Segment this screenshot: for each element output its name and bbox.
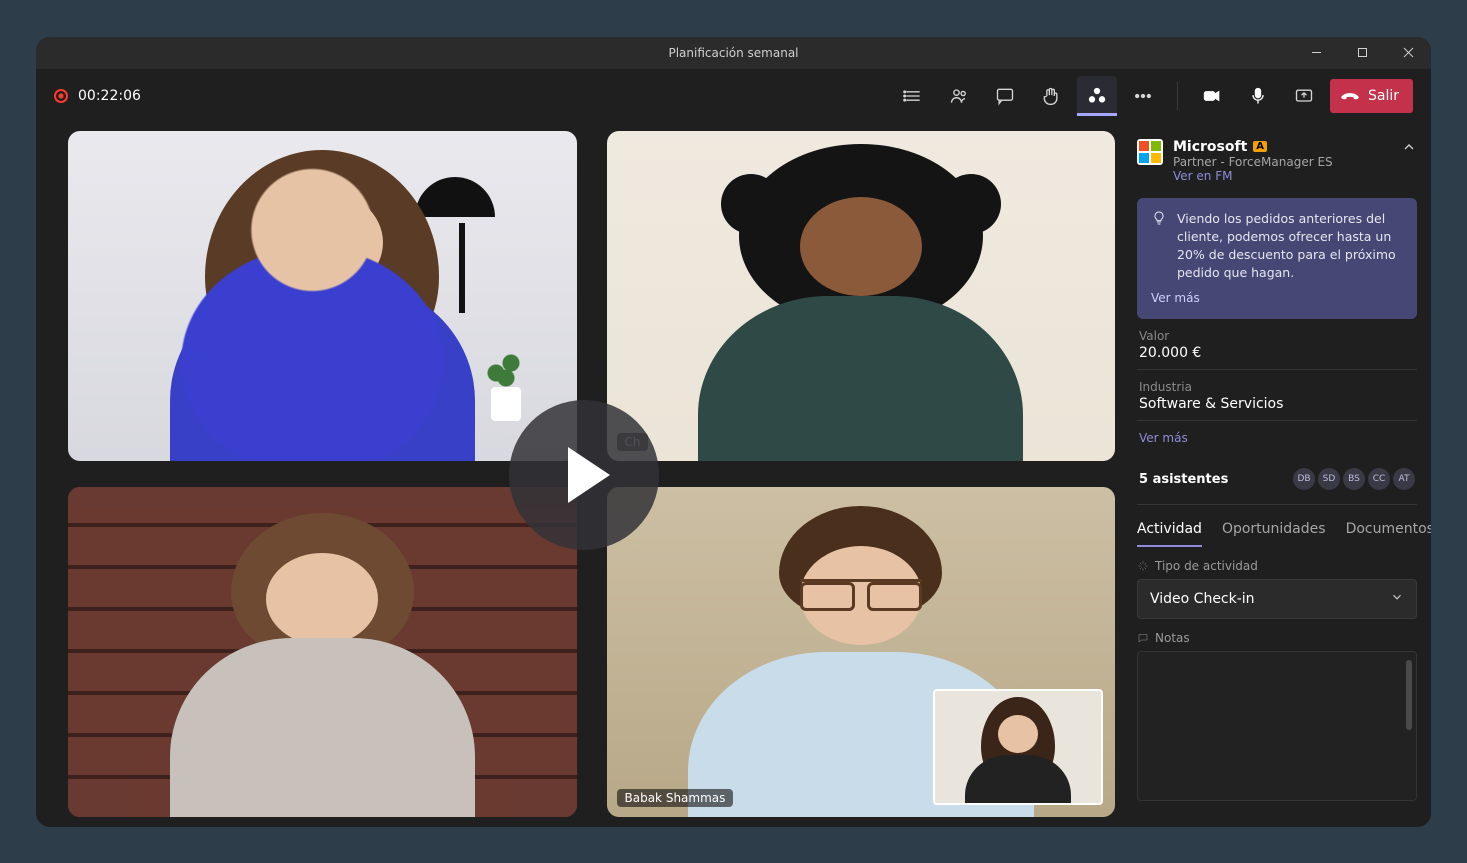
insight-tip-card: Viendo los pedidos anteriores del client… xyxy=(1137,198,1417,320)
industry-field: Industria Software & Servicios xyxy=(1137,370,1417,421)
attendees-label: 5 asistentes xyxy=(1139,472,1228,487)
value-field: Valor 20.000 € xyxy=(1137,319,1417,370)
separator xyxy=(1177,82,1178,110)
participant-name-tag: Babak Shammas xyxy=(617,789,734,807)
tip-text: Viendo los pedidos anteriores del client… xyxy=(1177,210,1403,283)
activity-type-select[interactable]: Video Check-in xyxy=(1137,579,1417,619)
window-controls xyxy=(1293,37,1431,69)
activity-type-row: Tipo de actividad Video Check-in xyxy=(1137,559,1417,619)
recording-indicator: 00:22:06 xyxy=(54,88,141,104)
collapse-panel-button[interactable] xyxy=(1401,139,1417,159)
notes-label: Notas xyxy=(1137,631,1417,645)
chevron-down-icon xyxy=(1390,590,1404,608)
value-amount: 20.000 € xyxy=(1139,345,1415,361)
details-more-link[interactable]: Ver más xyxy=(1139,431,1188,445)
tab-activity[interactable]: Actividad xyxy=(1137,511,1202,547)
activity-type-label: Tipo de actividad xyxy=(1137,559,1417,573)
lightbulb-icon xyxy=(1151,210,1167,283)
microsoft-logo-icon xyxy=(1137,139,1163,165)
attendees-row: 5 asistentes DB SD BS CC AT xyxy=(1137,456,1417,504)
industry-label: Industria xyxy=(1139,380,1415,394)
notes-row: Notas xyxy=(1137,631,1417,801)
camera-button[interactable] xyxy=(1192,76,1232,116)
open-in-fm-link[interactable]: Ver en FM xyxy=(1173,169,1232,183)
video-tile-3[interactable] xyxy=(68,487,577,817)
participant-video xyxy=(68,487,577,817)
participant-video xyxy=(607,131,1116,461)
tab-opportunities[interactable]: Oportunidades xyxy=(1222,511,1326,547)
teams-meeting-window: Planificación semanal 00:22:06 Salir xyxy=(36,37,1431,827)
record-icon xyxy=(54,89,68,103)
leave-label: Salir xyxy=(1368,88,1399,104)
scrollbar[interactable] xyxy=(1406,660,1412,730)
self-view-pip[interactable] xyxy=(933,689,1103,805)
leave-button[interactable]: Salir xyxy=(1330,79,1413,113)
activity-type-value: Video Check-in xyxy=(1150,591,1255,607)
minimize-button[interactable] xyxy=(1293,37,1339,69)
body: Ch Babak Shammas xyxy=(36,123,1431,827)
attendee-chip[interactable]: DB xyxy=(1293,468,1315,490)
recording-time: 00:22:06 xyxy=(78,88,141,104)
company-subtitle: Partner - ForceManager ES xyxy=(1173,155,1391,169)
panel-header: Microsoft A Partner - ForceManager ES Ve… xyxy=(1137,139,1417,184)
raise-hand-button[interactable] xyxy=(1031,76,1071,116)
account-type-badge: A xyxy=(1253,141,1267,152)
panel-tabs: Actividad Oportunidades Documentos xyxy=(1137,504,1417,547)
titlebar: Planificación semanal xyxy=(36,37,1431,69)
play-button[interactable] xyxy=(509,400,659,550)
video-grid-wrap: Ch Babak Shammas xyxy=(36,123,1131,827)
attendee-chips: DB SD BS CC AT xyxy=(1293,468,1415,490)
participants-button[interactable] xyxy=(939,76,979,116)
video-tile-4[interactable]: Babak Shammas xyxy=(607,487,1116,817)
notes-textarea[interactable] xyxy=(1137,651,1417,801)
video-tile-1[interactable] xyxy=(68,131,577,461)
participant-video xyxy=(68,131,577,461)
chat-button[interactable] xyxy=(985,76,1025,116)
more-options-button[interactable] xyxy=(1123,76,1163,116)
hangup-icon xyxy=(1340,86,1360,106)
tip-more-link[interactable]: Ver más xyxy=(1151,290,1403,307)
company-name: Microsoft xyxy=(1173,139,1247,155)
value-label: Valor xyxy=(1139,329,1415,343)
attendee-chip[interactable]: SD xyxy=(1318,468,1340,490)
meeting-toolbar: 00:22:06 Salir xyxy=(36,69,1431,123)
attendee-chip[interactable]: BS xyxy=(1343,468,1365,490)
attendee-chip[interactable]: CC xyxy=(1368,468,1390,490)
video-tile-2[interactable]: Ch xyxy=(607,131,1116,461)
mic-button[interactable] xyxy=(1238,76,1278,116)
maximize-button[interactable] xyxy=(1339,37,1385,69)
layout-button[interactable] xyxy=(893,76,933,116)
apps-button[interactable] xyxy=(1077,76,1117,116)
tab-documents[interactable]: Documentos xyxy=(1346,511,1431,547)
industry-value: Software & Servicios xyxy=(1139,396,1415,412)
attendee-chip[interactable]: AT xyxy=(1393,468,1415,490)
titlebar-title: Planificación semanal xyxy=(668,46,798,60)
chat-bubble-icon xyxy=(1137,632,1149,644)
close-button[interactable] xyxy=(1385,37,1431,69)
sparkle-icon xyxy=(1137,560,1149,572)
share-screen-button[interactable] xyxy=(1284,76,1324,116)
side-panel: Microsoft A Partner - ForceManager ES Ve… xyxy=(1131,123,1431,827)
